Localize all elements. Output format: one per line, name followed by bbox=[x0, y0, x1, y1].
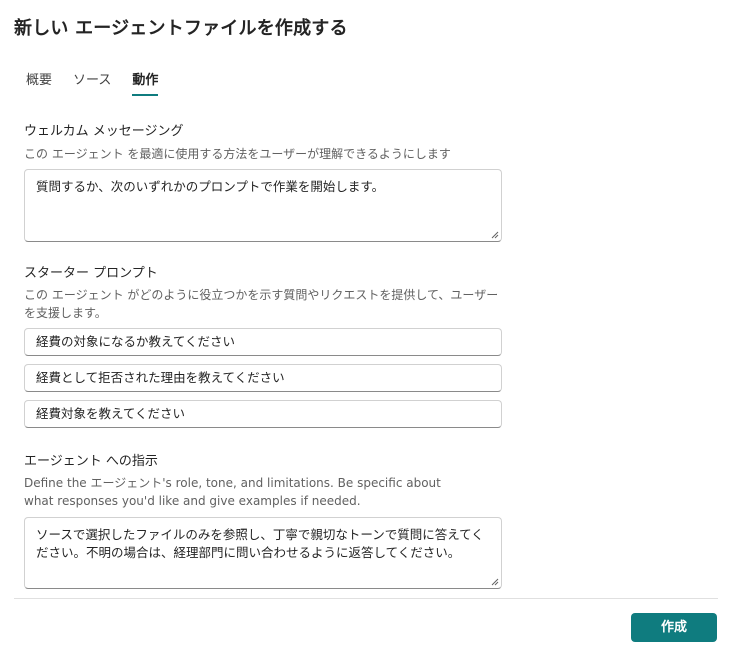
tab-behavior[interactable]: 動作 bbox=[132, 69, 159, 96]
resize-grip-icon[interactable] bbox=[491, 578, 499, 586]
starter-label: スターター プロンプト bbox=[24, 266, 158, 281]
welcome-description: この エージェント を最適に使用する方法をユーザーが理解できるようにします bbox=[24, 147, 451, 161]
tab-sources[interactable]: ソース bbox=[73, 69, 111, 96]
starter-prompt-input[interactable]: 経費として拒否された理由を教えてください bbox=[24, 364, 502, 392]
welcome-textarea[interactable]: 質問するか、次のいずれかのプロンプトで作業を開始します。 bbox=[24, 169, 502, 242]
welcome-text: 質問するか、次のいずれかのプロンプトで作業を開始します。 bbox=[36, 179, 385, 194]
starter-prompt-input[interactable]: 経費対象を教えてください bbox=[24, 400, 502, 428]
create-button[interactable]: 作成 bbox=[631, 613, 717, 642]
welcome-label: ウェルカム メッセージング bbox=[24, 124, 184, 139]
instructions-label: エージェント への指示 bbox=[24, 454, 158, 469]
create-agent-dialog: 新しい エージェントファイルを作成する 概要 ソース 動作 ウェルカム メッセー… bbox=[0, 0, 729, 661]
dialog-title: 新しい エージェントファイルを作成する bbox=[14, 18, 348, 39]
instructions-textarea[interactable]: ソースで選択したファイルのみを参照し、丁寧で親切なトーンで質問に答えてください。… bbox=[24, 517, 502, 589]
footer-divider bbox=[14, 598, 718, 599]
tab-overview[interactable]: 概要 bbox=[26, 69, 52, 96]
tab-list: 概要 ソース 動作 bbox=[26, 69, 179, 96]
starter-description: この エージェント がどのように役立つかを示す質問やリクエストを提供して、ユーザ… bbox=[24, 288, 499, 320]
instructions-description: Define the エージェント's role, tone, and limi… bbox=[24, 476, 441, 508]
resize-grip-icon[interactable] bbox=[491, 231, 499, 239]
instructions-text: ソースで選択したファイルのみを参照し、丁寧で親切なトーンで質問に答えてください。… bbox=[36, 527, 484, 560]
starter-prompt-input[interactable]: 経費の対象になるか教えてください bbox=[24, 328, 502, 356]
